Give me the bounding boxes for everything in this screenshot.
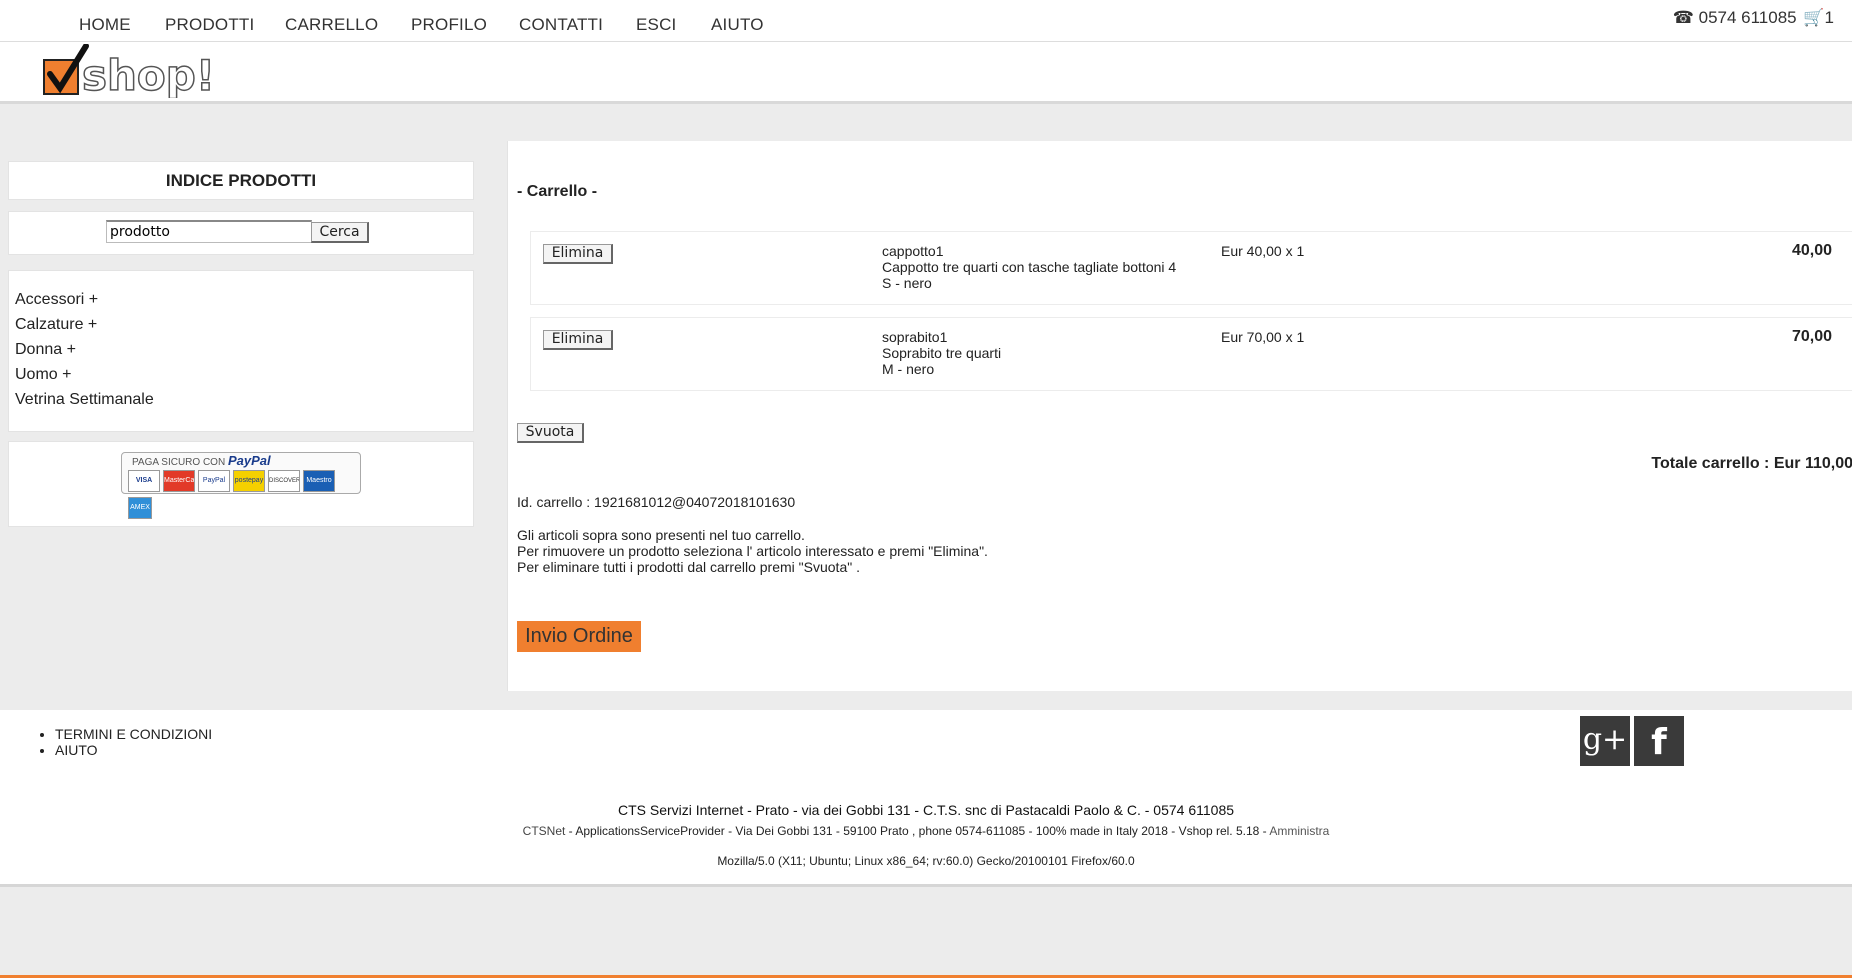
category-donna[interactable]: Donna + [15, 341, 76, 359]
top-navigation: HOME PRODOTTI CARRELLO PROFILO CONTATTI … [0, 0, 1852, 42]
nav-prodotti[interactable]: PRODOTTI [165, 15, 254, 35]
cart-count[interactable]: 1 [1825, 8, 1834, 27]
submit-order-button[interactable]: Invio Ordine [517, 621, 641, 652]
visa-icon: VISA [128, 470, 160, 492]
paypal-card-icon: PayPal [198, 470, 230, 492]
cart-total: Totale carrello : Eur 110,00 [1651, 455, 1852, 472]
footer-links: TERMINI E CONDIZIONI AIUTO [42, 726, 212, 758]
category-list: Accessori + Calzature + Donna + Uomo + V… [8, 270, 474, 432]
admin-link[interactable]: Amministra [1269, 824, 1329, 838]
nav-aiuto[interactable]: AIUTO [711, 15, 764, 35]
cart-item-name[interactable]: cappotto1 [882, 243, 1202, 259]
mastercard-icon: MasterCard [163, 470, 195, 492]
footer-details: CTSNet - ApplicationsServiceProvider - V… [0, 824, 1852, 838]
cart-item-details: cappotto1 Cappotto tre quarti con tasche… [882, 243, 1202, 291]
nav-esci[interactable]: ESCI [636, 15, 676, 35]
amex-icon: AMEX [128, 497, 152, 519]
facebook-icon[interactable]: f [1634, 716, 1684, 766]
cart-item-description: Soprabito tre quarti [882, 345, 1002, 361]
cart-item-unit-price: Eur 40,00 x 1 [1221, 243, 1305, 259]
footer: TERMINI E CONDIZIONI AIUTO g+ f CTS Serv… [0, 710, 1852, 887]
google-plus-label[interactable]: g+ [1583, 722, 1627, 757]
card-logos: VISAMasterCardPayPalpostepayDISCOVERMaes… [128, 470, 360, 524]
cart-info-line: Gli articoli sopra sono presenti nel tuo… [517, 527, 805, 543]
header-contact: ☎ 0574 611085 🛒1 [1673, 8, 1834, 28]
nav-carrello[interactable]: CARRELLO [285, 15, 378, 35]
ctsnet-link[interactable]: CTSNet [523, 824, 566, 838]
cart-item-name[interactable]: soprabito1 [882, 329, 1202, 345]
discover-icon: DISCOVER [268, 470, 300, 492]
header: HOME PRODOTTI CARRELLO PROFILO CONTATTI … [0, 0, 1852, 104]
category-vetrina[interactable]: Vetrina Settimanale [15, 391, 154, 409]
delete-button[interactable]: Elimina [543, 244, 613, 264]
footer-details-text: - ApplicationsServiceProvider - Via Dei … [565, 824, 1270, 838]
cart-item-unit-price: Eur 70,00 x 1 [1221, 329, 1305, 345]
nav-profilo[interactable]: PROFILO [411, 15, 487, 35]
cart-item-details: soprabito1 Soprabito tre quarti M - nero [882, 329, 1202, 377]
cart-info: Gli articoli sopra sono presenti nel tuo… [517, 527, 988, 575]
paypal-badge: PAGA SICURO CON PayPal VISAMasterCardPay… [121, 452, 361, 519]
phone-number: 0574 611085 [1698, 8, 1797, 27]
footer-useragent: Mozilla/5.0 (X11; Ubuntu; Linux x86_64; … [717, 854, 1135, 868]
cart-item-variant: M - nero [882, 361, 935, 377]
cart-info-line: Per rimuovere un prodotto seleziona l' a… [517, 543, 988, 559]
footer-company: CTS Servizi Internet - Prato - via dei G… [617, 802, 1235, 818]
cart-info-line: Per eliminare tutti i prodotti dal carre… [517, 559, 860, 575]
facebook-label[interactable]: f [1651, 722, 1667, 763]
paypal-box: PAGA SICURO CON PayPal VISAMasterCardPay… [8, 441, 474, 527]
search-button[interactable]: Cerca [311, 222, 369, 243]
footer-link-terms[interactable]: TERMINI E CONDIZIONI [55, 726, 212, 742]
category-uomo[interactable]: Uomo + [15, 366, 71, 384]
nav-home[interactable]: HOME [79, 15, 131, 35]
maestro-icon: Maestro [303, 470, 335, 492]
cart-row: Elimina soprabito1 Soprabito tre quarti … [530, 317, 1852, 391]
cart-title: - Carrello - [517, 183, 598, 200]
category-calzature[interactable]: Calzature + [15, 316, 97, 334]
cart-panel: - Carrello - Elimina cappotto1 Cappotto … [507, 141, 1852, 691]
paypal-brand: PayPal [227, 453, 271, 468]
site-logo[interactable]: shop! [42, 43, 232, 101]
paypal-heading: PAGA SICURO CON [132, 457, 226, 468]
search-input[interactable] [106, 220, 312, 243]
cart-item-description: Cappotto tre quarti con tasche tagliate … [882, 259, 1177, 275]
category-accessori[interactable]: Accessori + [15, 291, 98, 309]
empty-cart-button[interactable]: Svuota [517, 423, 584, 443]
cart-id: Id. carrello : 1921681012@04072018101630 [517, 494, 796, 510]
search-box: Cerca [8, 211, 474, 255]
cart-item-price: 70,00 [1791, 328, 1832, 345]
footer-link-help[interactable]: AIUTO [55, 742, 212, 758]
cart-row: Elimina cappotto1 Cappotto tre quarti co… [530, 231, 1852, 305]
cart-item-price: 40,00 [1791, 242, 1832, 259]
product-index-title-box: INDICE PRODOTTI [8, 161, 474, 200]
product-index-title: INDICE PRODOTTI [165, 171, 317, 190]
logo-text: shop! [82, 51, 215, 98]
cart-item-variant: S - nero [882, 275, 932, 291]
phone-icon: ☎ [1672, 8, 1694, 27]
nav-contatti[interactable]: CONTATTI [519, 15, 603, 35]
google-plus-icon[interactable]: g+ [1580, 716, 1630, 766]
delete-button[interactable]: Elimina [543, 330, 613, 350]
postepay-icon: postepay [233, 470, 265, 492]
cart-icon[interactable]: 🛒 [1803, 8, 1824, 27]
